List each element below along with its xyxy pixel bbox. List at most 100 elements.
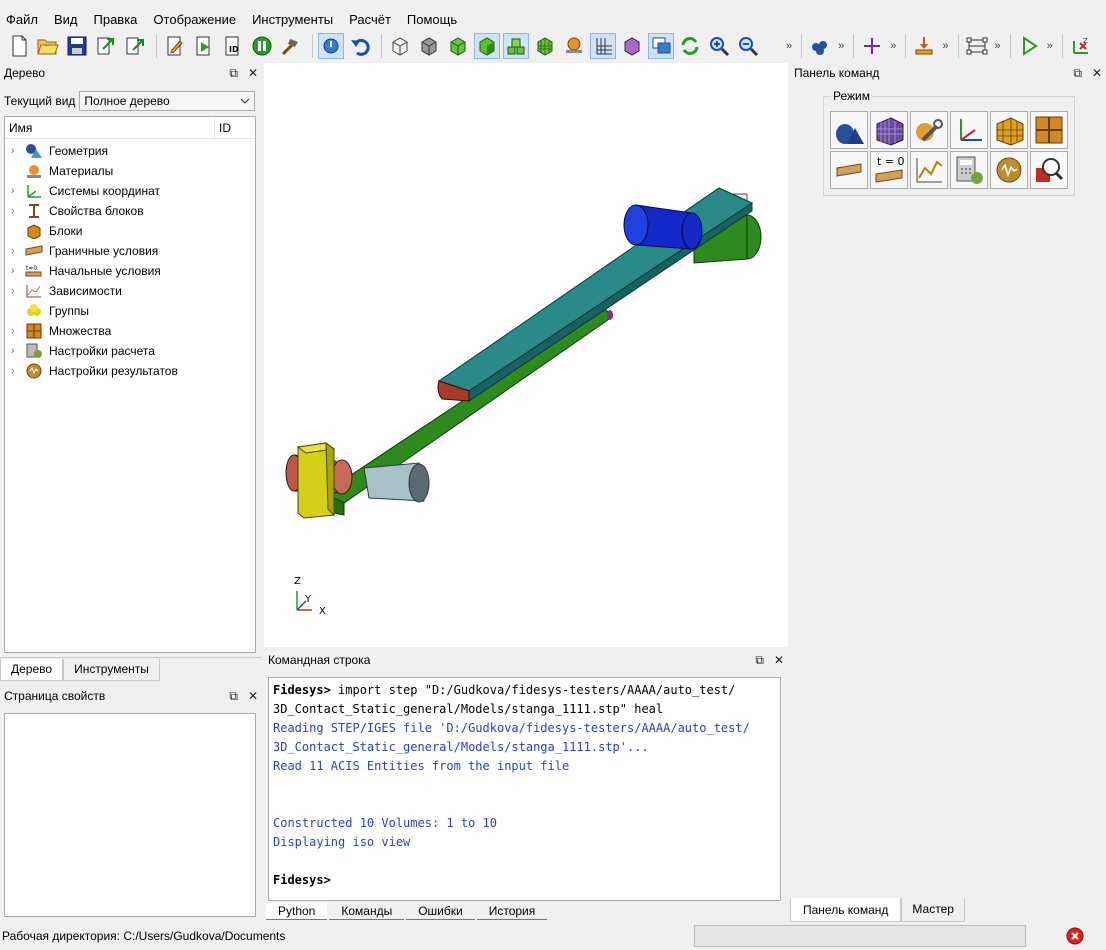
mode-coordinates-button[interactable] [950, 111, 988, 149]
tree-item-materials[interactable]: Материалы [5, 161, 255, 181]
toolbar-more[interactable]: » [942, 40, 948, 52]
tab-tree[interactable]: Дерево [0, 659, 64, 681]
mode-blocks-button[interactable] [990, 111, 1028, 149]
expand-arrow-icon[interactable]: › [11, 365, 25, 377]
tab-errors[interactable]: Ошибки [406, 903, 475, 920]
mode-geometry-button[interactable] [830, 111, 868, 149]
expand-arrow-icon[interactable]: › [11, 345, 25, 357]
tab-wizard[interactable]: Мастер [901, 898, 965, 922]
tab-commands[interactable]: Команды [329, 903, 405, 920]
zoom-in-icon[interactable] [706, 33, 732, 59]
close-icon[interactable]: ✕ [774, 653, 784, 667]
toolbar-more[interactable]: » [838, 40, 844, 52]
tree-item-groups[interactable]: Группы [5, 301, 255, 321]
console-input-line[interactable]: Fidesys> [273, 871, 776, 890]
expand-arrow-icon[interactable]: › [11, 325, 25, 337]
menu-tools[interactable]: Инструменты [252, 12, 341, 27]
tree-item-coordinate-systems[interactable]: › Системы координат [5, 181, 255, 201]
new-file-icon[interactable] [6, 33, 32, 59]
menu-display[interactable]: Отображение [153, 12, 244, 27]
mode-materials-button[interactable] [910, 111, 948, 149]
hidden-line-icon[interactable] [416, 33, 442, 59]
mode-inspect-button[interactable] [1030, 151, 1068, 189]
edit-script-icon[interactable] [162, 33, 188, 59]
expand-arrow-icon[interactable]: › [11, 145, 25, 157]
float-icon[interactable]: ⧉ [229, 66, 238, 81]
tab-tools[interactable]: Инструменты [63, 659, 160, 681]
tab-command-panel[interactable]: Панель команд [790, 898, 902, 922]
multi-volume-icon[interactable] [503, 33, 529, 59]
save-icon[interactable] [64, 33, 90, 59]
menu-calculation[interactable]: Расчёт [349, 12, 399, 27]
error-indicator-icon[interactable] [1066, 927, 1084, 945]
mode-dependencies-button[interactable] [910, 151, 948, 189]
load-icon[interactable] [911, 33, 937, 59]
model-tree[interactable]: Имя ID › Геометрия Материалы › Системы коо… [4, 116, 256, 653]
id-script-icon[interactable]: ID [220, 33, 246, 59]
expand-arrow-icon[interactable]: › [11, 185, 25, 197]
hammer-icon[interactable] [278, 33, 304, 59]
box-view-icon[interactable] [619, 33, 645, 59]
wireframe-icon[interactable] [387, 33, 413, 59]
close-icon[interactable]: ✕ [248, 66, 258, 80]
pause-icon[interactable] [249, 33, 275, 59]
menu-file[interactable]: Файл [6, 12, 46, 27]
toolbar-more[interactable]: » [786, 40, 792, 52]
material-view-icon[interactable] [561, 33, 587, 59]
refresh-icon[interactable] [677, 33, 703, 59]
mode-mesh-button[interactable] [870, 111, 908, 149]
crosshair-icon[interactable] [859, 33, 885, 59]
smooth-shaded-icon[interactable] [474, 33, 500, 59]
tree-item-result-settings[interactable]: › Настройки результатов [5, 361, 255, 381]
tree-item-block-properties[interactable]: › Свойства блоков [5, 201, 255, 221]
toolbar-more[interactable]: » [890, 40, 896, 52]
close-icon[interactable]: ✕ [248, 689, 258, 703]
mode-results-button[interactable] [990, 151, 1028, 189]
tab-history[interactable]: История [476, 903, 548, 920]
mode-calc-button[interactable] [950, 151, 988, 189]
expand-arrow-icon[interactable]: › [11, 205, 25, 217]
tree-item-sets[interactable]: › Множества [5, 321, 255, 341]
zoom-out-icon[interactable] [735, 33, 761, 59]
mode-sets-button[interactable] [1030, 111, 1068, 149]
parts-icon[interactable] [807, 33, 833, 59]
tree-item-blocks[interactable]: Блоки [5, 221, 255, 241]
open-folder-icon[interactable] [35, 33, 61, 59]
float-icon[interactable]: ⧉ [229, 689, 238, 704]
tree-item-boundary-conditions[interactable]: › Граничные условия [5, 241, 255, 261]
toolbar-more[interactable]: » [1047, 40, 1053, 52]
close-icon[interactable]: ✕ [1092, 66, 1102, 80]
current-view-select[interactable]: Полное дерево [79, 91, 256, 111]
run-calc-icon[interactable] [1016, 33, 1042, 59]
run-script-icon[interactable] [191, 33, 217, 59]
export-icon[interactable] [122, 33, 148, 59]
tree-col-name[interactable]: Имя [5, 116, 215, 139]
model-view[interactable]: Z Y X [264, 63, 788, 647]
menu-view[interactable]: Вид [54, 12, 86, 27]
graphics-viewport[interactable]: Z Y X [264, 63, 788, 647]
frame-icon[interactable] [964, 33, 990, 59]
tab-python[interactable]: Python [266, 902, 328, 920]
window-view-icon[interactable] [648, 33, 674, 59]
mode-boundary-button[interactable] [830, 151, 868, 189]
tree-col-id[interactable]: ID [215, 121, 231, 135]
float-icon[interactable]: ⧉ [755, 653, 764, 668]
import-icon[interactable] [93, 33, 119, 59]
shaded-icon[interactable] [445, 33, 471, 59]
menu-help[interactable]: Помощь [407, 12, 465, 27]
properties-content[interactable] [4, 713, 256, 917]
axes-grid-icon[interactable] [590, 33, 616, 59]
expand-arrow-icon[interactable]: › [11, 245, 25, 257]
toolbar-more[interactable]: » [995, 40, 1001, 52]
sort-axes-icon[interactable]: Z [1068, 33, 1094, 59]
expand-arrow-icon[interactable]: › [11, 285, 25, 297]
rotate-view-icon[interactable] [318, 33, 344, 59]
tree-item-geometry[interactable]: › Геометрия [5, 141, 255, 161]
tree-item-calc-settings[interactable]: › Настройки расчета [5, 341, 255, 361]
tree-item-initial-conditions[interactable]: › t=0 Начальные условия [5, 261, 255, 281]
command-console[interactable]: Fidesys> import step "D:/Gudkova/fidesys… [268, 677, 781, 901]
menu-edit[interactable]: Правка [94, 12, 146, 27]
tree-item-dependencies[interactable]: › Зависимости [5, 281, 255, 301]
mesh-view-icon[interactable] [532, 33, 558, 59]
mode-initial-button[interactable]: t = 0 [870, 151, 908, 189]
